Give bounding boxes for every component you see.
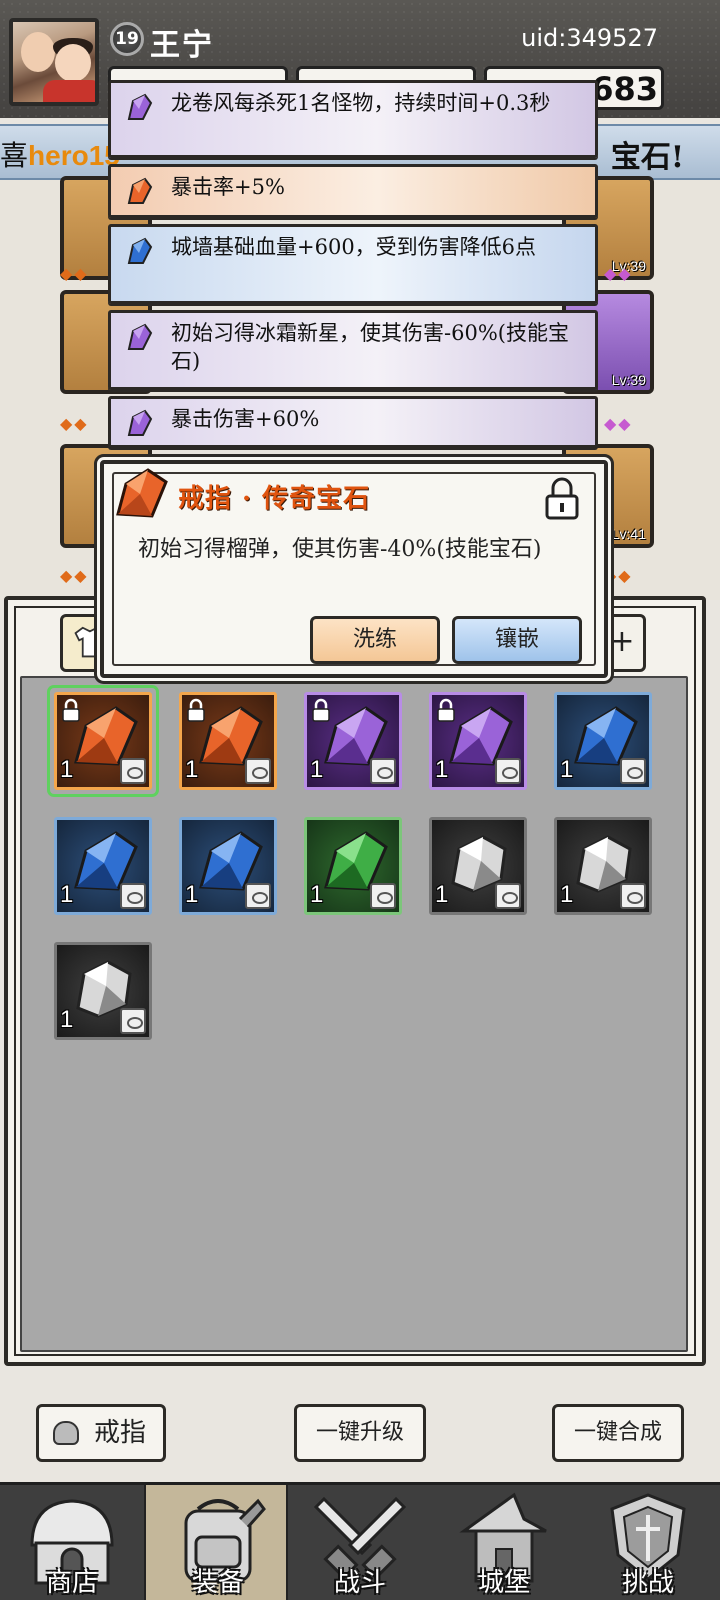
inventory-gem-cell[interactable]: 1 [175,813,281,919]
lock-icon [312,698,330,722]
affix-text: 暴击伤害+60% [171,407,320,431]
ring-slot-icon [495,883,521,909]
item-count: 1 [60,1006,74,1033]
ring-slot-icon [245,883,271,909]
star-diamonds: ◆◆ [604,566,633,585]
ring-slot-icon [370,883,396,909]
item-count: 1 [560,881,574,908]
nav-label: 商店 [45,1568,98,1598]
lock-icon [187,698,205,722]
nav-castle[interactable]: 城堡 [432,1485,576,1600]
inlay-button[interactable]: 镶嵌 [452,616,582,664]
affix-row: 龙卷风每杀死1名怪物，持续时间+0.3秒 [108,80,598,158]
item-count: 1 [435,756,449,783]
inventory-gem-cell[interactable]: 1 [550,688,656,794]
player-uid: uid:349527 [521,24,658,52]
ring-slot-icon [245,758,271,784]
affix-row: 暴击率+5% [108,164,598,218]
inventory-gem-cell[interactable]: 1 [425,813,531,919]
nav-label: 挑战 [621,1568,674,1598]
blue-gem-icon [127,237,153,264]
purple-gem-icon [127,93,153,120]
nav-label: 城堡 [477,1568,530,1598]
nav-shop[interactable]: 商店 [0,1485,144,1600]
nav-challenge[interactable]: 挑战 [576,1485,720,1600]
inventory-gem-cell[interactable]: 1 [50,938,156,1044]
affix-text: 初始习得冰霜新星，使其伤害-60%(技能宝石) [171,321,569,373]
ring-slot-icon [620,883,646,909]
popup-description: 初始习得榴弹，使其伤害-40%(技能宝石) [138,537,542,562]
nav-label: 战斗 [333,1568,386,1598]
item-count: 1 [60,756,74,783]
inventory-gem-cell[interactable]: 1 [175,688,281,794]
inventory-gem-cell[interactable]: 1 [50,688,156,794]
ring-slot-icon [120,1008,146,1034]
purple-gem-icon [127,409,153,436]
nav-battle[interactable]: 战斗 [288,1485,432,1600]
nav-label: 装备 [191,1568,244,1598]
player-name: 王宁 [150,28,214,63]
nav-equipment[interactable]: 装备 [144,1485,288,1600]
star-diamonds: ◆◆ [604,264,633,283]
banner-left-text: 喜hero15 [0,139,120,172]
inventory-gem-cell[interactable]: 1 [300,688,406,794]
orange-gem-icon [127,177,153,204]
inventory-gem-cell[interactable]: 1 [300,813,406,919]
gem-detail-popup: 戒指 · 传奇宝石 初始习得榴弹，使其伤害-40%(技能宝石) 洗练 镶嵌 [100,460,608,678]
star-diamonds: ◆◆ [60,414,89,433]
lock-icon [437,698,455,722]
star-diamonds: ◆◆ [60,566,89,585]
affix-row: 初始习得冰霜新星，使其伤害-60%(技能宝石) [108,310,598,390]
refine-button[interactable]: 洗练 [310,616,440,664]
item-count: 1 [185,881,199,908]
affix-row: 城墙基础血量+600，受到伤害降低6点 [108,224,598,304]
ring-icon [53,1421,79,1445]
star-diamonds: ◆◆ [60,264,89,283]
banner-right-text: 宝石! [610,140,684,175]
inventory-gem-cell[interactable]: 1 [425,688,531,794]
ring-filter-label: 戒指 [93,1418,146,1448]
player-avatar[interactable] [9,18,99,106]
upgrade-all-button[interactable]: 一键升级 [294,1404,426,1462]
affix-row: 暴击伤害+60% [108,396,598,448]
ring-slot-icon [620,758,646,784]
inventory-gem-cell[interactable]: 1 [550,813,656,919]
player-level-badge: 19 [110,22,144,56]
ring-slot-icon [495,758,521,784]
item-count: 1 [310,756,324,783]
purple-gem-icon [127,323,153,350]
merge-all-button[interactable]: 一键合成 [552,1404,684,1462]
star-diamonds: ◆◆ [604,414,633,433]
ring-slot-icon [120,883,146,909]
item-count: 1 [560,756,574,783]
ring-filter-button[interactable]: 戒指 [36,1404,166,1462]
inventory-gem-cell[interactable]: 1 [50,813,156,919]
item-count: 1 [60,881,74,908]
lock-icon [62,698,80,722]
ring-slot-icon [370,758,396,784]
lock-icon[interactable] [542,474,582,522]
item-count: 1 [435,881,449,908]
affix-text: 暴击率+5% [171,175,285,199]
popup-title: 戒指 · 传奇宝石 [178,484,371,514]
ring-slot-icon [120,758,146,784]
affix-text: 城墙基础血量+600，受到伤害降低6点 [171,235,537,259]
affix-text: 龙卷风每杀死1名怪物，持续时间+0.3秒 [171,91,551,115]
bottom-nav: 商店 装备 战斗 城堡 挑战 [0,1482,720,1600]
item-count: 1 [185,756,199,783]
orange-gem-icon [116,468,168,518]
resource-value: 683 [591,70,658,108]
item-count: 1 [310,881,324,908]
